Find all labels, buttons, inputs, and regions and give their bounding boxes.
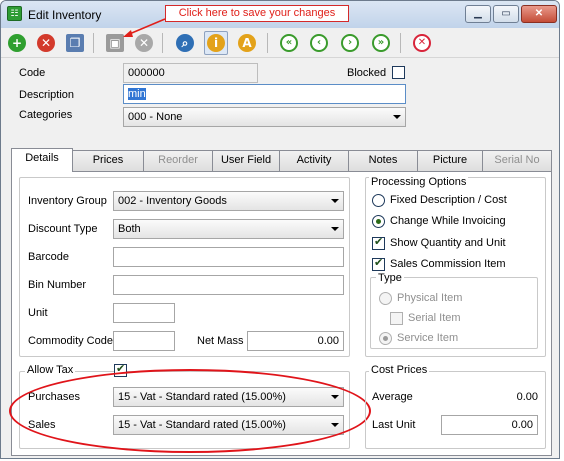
blocked-label: Blocked (347, 67, 387, 79)
tab-notes[interactable]: Notes (348, 150, 418, 171)
next-record-icon: › (341, 34, 359, 52)
save-callout: Click here to save your changes (165, 5, 349, 22)
next-record-button[interactable]: › (338, 31, 362, 55)
sales-commission-checkbox[interactable] (372, 256, 385, 271)
physical-item-radio[interactable] (379, 292, 392, 305)
barcode-field[interactable] (113, 247, 344, 267)
discount-type-select[interactable]: Both (113, 219, 344, 239)
tab-user-field[interactable]: User Field (212, 150, 280, 171)
app-icon: ☷ (7, 6, 22, 21)
item-info-button[interactable]: i (204, 31, 228, 55)
average-value: 0.00 (516, 391, 538, 403)
chevron-down-icon (331, 227, 339, 231)
unit-label: Unit (28, 307, 48, 319)
tab-prices[interactable]: Prices (72, 150, 144, 171)
maximize-button[interactable]: ▭ (493, 5, 519, 23)
service-item-label: Service Item (397, 332, 459, 344)
close-window-button[interactable]: ✕ (521, 5, 557, 23)
inventory-group-value: 002 - Inventory Goods (118, 195, 227, 207)
delete-icon: ✕ (37, 34, 55, 52)
item-alpha-icon: A (238, 34, 256, 52)
toolbar-separator (93, 33, 94, 53)
discount-type-value: Both (118, 223, 141, 235)
processing-options-title: Processing Options (369, 176, 469, 188)
categories-select[interactable]: 000 - None (123, 107, 406, 127)
tab-picture[interactable]: Picture (417, 150, 483, 171)
fixed-description-radio[interactable] (372, 194, 385, 207)
average-label: Average (372, 391, 413, 403)
bin-number-field[interactable] (113, 275, 344, 295)
minimize-icon: ▁ (474, 8, 482, 19)
serial-item-checkbox[interactable] (390, 312, 403, 325)
close-record-button[interactable]: ✕ (410, 31, 434, 55)
last-unit-label: Last Unit (372, 419, 416, 431)
tab-serial-no[interactable]: Serial No (482, 150, 552, 171)
blocked-checkbox[interactable] (392, 66, 405, 79)
type-title: Type (376, 272, 404, 284)
net-mass-field[interactable]: 0.00 (247, 331, 344, 351)
description-selected-text: min (128, 88, 146, 100)
toolbar-separator (267, 33, 268, 53)
change-while-invoicing-label: Change While Invoicing (390, 215, 506, 227)
unit-field[interactable] (113, 303, 175, 323)
search-button[interactable]: ⌕ (173, 31, 197, 55)
code-label: Code (19, 67, 46, 79)
barcode-label: Barcode (28, 251, 69, 263)
description-label: Description (19, 89, 75, 101)
item-info-icon: i (207, 34, 225, 52)
tab-reorder[interactable]: Reorder (143, 150, 213, 171)
bin-number-label: Bin Number (28, 279, 87, 291)
sales-commission-label: Sales Commission Item (390, 258, 506, 270)
copy-icon: ❐ (66, 34, 84, 52)
maximize-icon: ▭ (501, 8, 511, 19)
tab-details[interactable]: Details (11, 148, 73, 172)
code-field[interactable]: 000000 (123, 63, 258, 83)
last-unit-field[interactable]: 0.00 (441, 415, 538, 435)
physical-item-label: Physical Item (397, 292, 463, 304)
net-mass-label: Net Mass (197, 335, 244, 347)
previous-record-icon: ‹ (310, 34, 328, 52)
last-record-icon: » (372, 34, 390, 52)
tab-activity[interactable]: Activity (279, 150, 349, 171)
toolbar-separator (400, 33, 401, 53)
change-while-invoicing-radio[interactable] (372, 215, 385, 228)
fixed-description-label: Fixed Description / Cost (390, 194, 507, 206)
inventory-group-label: Inventory Group (28, 195, 107, 207)
categories-label: Categories (19, 109, 73, 121)
first-record-icon: « (280, 34, 298, 52)
close-record-icon: ✕ (413, 34, 431, 52)
window-title: Edit Inventory (28, 8, 102, 22)
service-item-radio[interactable] (379, 332, 392, 345)
chevron-down-icon (331, 199, 339, 203)
allow-tax-label: Allow Tax (25, 364, 76, 376)
commodity-code-label: Commodity Code (28, 335, 113, 347)
add-icon: + (8, 34, 26, 52)
cost-prices-group (365, 371, 546, 449)
cost-prices-title: Cost Prices (369, 364, 430, 376)
previous-record-button[interactable]: ‹ (307, 31, 331, 55)
chevron-down-icon (393, 115, 401, 119)
show-quantity-checkbox[interactable] (372, 235, 385, 250)
highlight-ellipse (9, 369, 371, 453)
discount-type-label: Discount Type (28, 223, 98, 235)
description-field[interactable]: min (123, 84, 406, 104)
serial-item-label: Serial Item (408, 312, 461, 324)
show-quantity-label: Show Quantity and Unit (390, 237, 506, 249)
edit-inventory-window: ☷ Edit Inventory ▁ ▭ ✕ + ✕ ❐ ▣ ✕ ⌕ i A «… (0, 0, 560, 459)
search-icon: ⌕ (176, 34, 194, 52)
callout-arrow (123, 18, 166, 37)
add-button[interactable]: + (5, 31, 29, 55)
minimize-button[interactable]: ▁ (465, 5, 491, 23)
inventory-group-select[interactable]: 002 - Inventory Goods (113, 191, 344, 211)
close-icon: ✕ (534, 8, 544, 19)
toolbar: + ✕ ❐ ▣ ✕ ⌕ i A « ‹ › » ✕ (1, 28, 559, 58)
item-alpha-button[interactable]: A (235, 31, 259, 55)
delete-button[interactable]: ✕ (34, 31, 58, 55)
copy-button[interactable]: ❐ (63, 31, 87, 55)
commodity-code-field[interactable] (113, 331, 175, 351)
first-record-button[interactable]: « (277, 31, 301, 55)
last-record-button[interactable]: » (369, 31, 393, 55)
categories-value: 000 - None (128, 111, 183, 123)
